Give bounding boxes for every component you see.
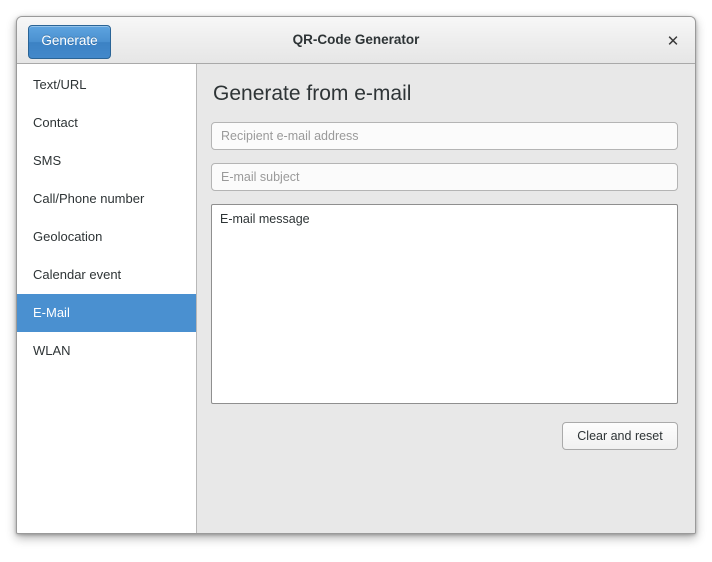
email-message-textarea[interactable]: [211, 204, 678, 404]
close-icon[interactable]: ✕: [660, 28, 686, 54]
sidebar-item-sms[interactable]: SMS: [17, 142, 196, 180]
sidebar-item-label: E-Mail: [33, 305, 70, 320]
sidebar-item-e-mail[interactable]: E-Mail: [17, 294, 196, 332]
page-title: Generate from e-mail: [213, 82, 412, 105]
sidebar-item-geolocation[interactable]: Geolocation: [17, 218, 196, 256]
sidebar-item-calendar-event[interactable]: Calendar event: [17, 256, 196, 294]
sidebar-item-label: Calendar event: [33, 267, 122, 282]
sidebar-item-label: Call/Phone number: [33, 191, 145, 206]
sidebar-item-label: Geolocation: [33, 229, 103, 244]
sidebar-item-contact[interactable]: Contact: [17, 104, 196, 142]
sidebar-item-label: SMS: [33, 153, 62, 168]
qr-code-generator-window: Generate QR-Code Generator ✕ Text/URL Co…: [16, 16, 696, 534]
recipient-email-input[interactable]: [211, 122, 678, 150]
main-panel: Generate from e-mail Clear and reset: [197, 64, 695, 533]
window-body: Text/URL Contact SMS Call/Phone number G…: [17, 64, 695, 533]
sidebar-item-label: Contact: [33, 115, 78, 130]
sidebar-item-label: WLAN: [33, 343, 71, 358]
sidebar-item-text-url[interactable]: Text/URL: [17, 66, 196, 104]
window-title: QR-Code Generator: [292, 32, 420, 47]
email-subject-input[interactable]: [211, 163, 678, 191]
sidebar-item-call-phone-number[interactable]: Call/Phone number: [17, 180, 196, 218]
desktop-background: Generate QR-Code Generator ✕ Text/URL Co…: [0, 0, 712, 562]
sidebar-item-wlan[interactable]: WLAN: [17, 332, 196, 370]
sidebar-item-label: Text/URL: [33, 77, 87, 92]
clear-and-reset-button[interactable]: Clear and reset: [562, 422, 678, 450]
sidebar: Text/URL Contact SMS Call/Phone number G…: [17, 64, 197, 533]
window-titlebar: Generate QR-Code Generator ✕: [17, 17, 695, 64]
button-row: Clear and reset: [211, 422, 678, 450]
